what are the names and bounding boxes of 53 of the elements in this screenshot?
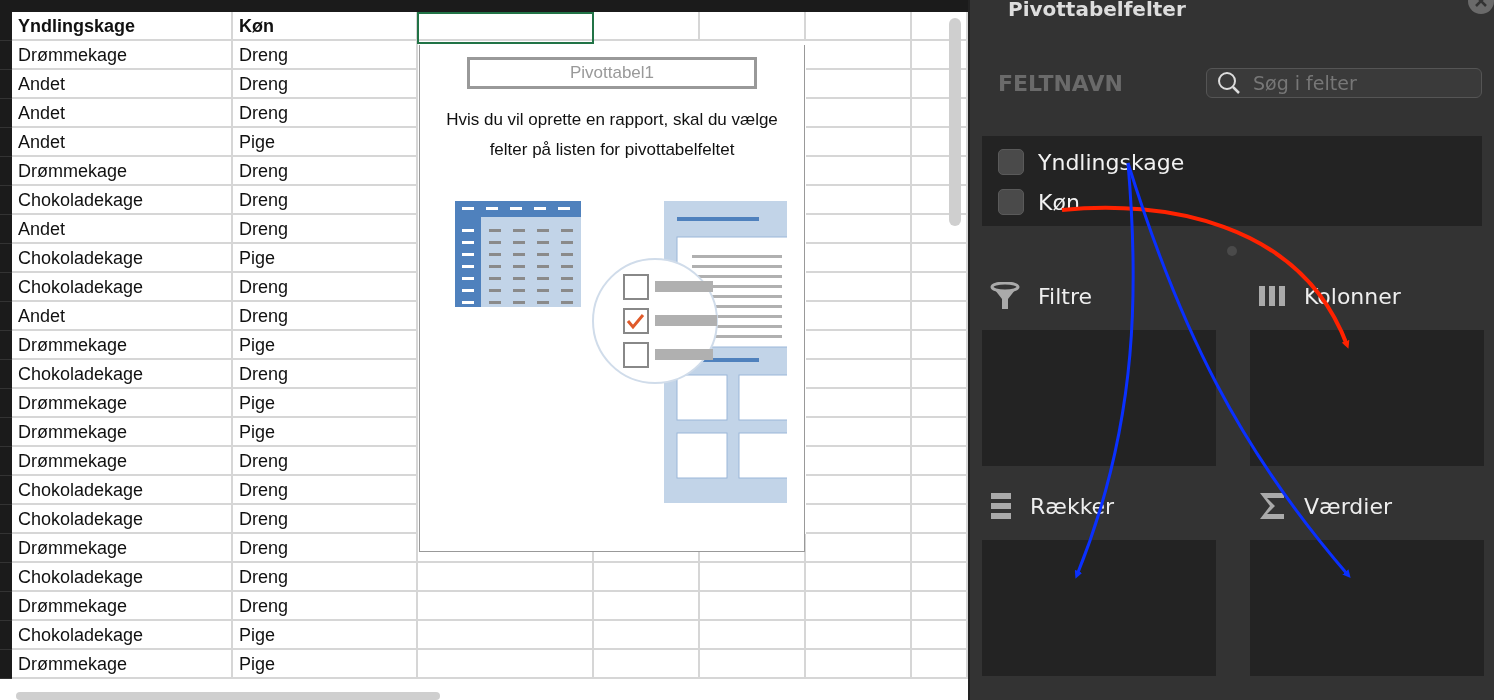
table-cell: Køn xyxy=(233,12,418,41)
table-cell: Dreng xyxy=(233,186,418,215)
table-cell: Dreng xyxy=(233,99,418,128)
pivot-message: Hvis du vil oprette en rapport, skal du vælge felter på listen for pivottabelfeltet xyxy=(445,109,779,161)
table-cell: Chokoladekage xyxy=(12,186,233,215)
table-cell: Drømmekage xyxy=(12,41,233,70)
table-cell: Andet xyxy=(12,70,233,99)
table-cell: Drømmekage xyxy=(12,447,233,476)
table-cell: Chokoladekage xyxy=(12,563,233,592)
table-cell: Dreng xyxy=(233,302,418,331)
table-cell: Drømmekage xyxy=(12,650,233,679)
table-cell: Pige xyxy=(233,244,418,273)
table-cell: Dreng xyxy=(233,505,418,534)
table-cell: Pige xyxy=(233,128,418,157)
table-cell: Drømmekage xyxy=(12,157,233,186)
table-cell: Dreng xyxy=(233,70,418,99)
table-cell: Drømmekage xyxy=(12,389,233,418)
table-cell: Dreng xyxy=(233,534,418,563)
table-cell: Chokoladekage xyxy=(12,621,233,650)
table-cell: Drømmekage xyxy=(12,418,233,447)
table-cell: Chokoladekage xyxy=(12,476,233,505)
panel-title: Pivottabelfelter xyxy=(1008,0,1186,22)
area-label: Filtre xyxy=(1038,283,1092,309)
table-cell: Pige xyxy=(233,650,418,679)
table-cell: Chokoladekage xyxy=(12,273,233,302)
table-cell: Chokoladekage xyxy=(12,360,233,389)
table-cell: Drømmekage xyxy=(12,534,233,563)
field-label[interactable]: Yndlingskage xyxy=(1038,149,1185,175)
table-cell: Chokoladekage xyxy=(12,244,233,273)
pivot-name: Pivottabel1 xyxy=(467,57,757,89)
table-cell: Dreng xyxy=(233,563,418,592)
area-label: Værdier xyxy=(1304,493,1392,519)
search-field[interactable]: Søg i felter xyxy=(1206,68,1482,98)
table-cell: Dreng xyxy=(233,447,418,476)
table-cell: Pige xyxy=(233,418,418,447)
table-cell: Dreng xyxy=(233,476,418,505)
table-cell: Dreng xyxy=(233,157,418,186)
table-cell: Dreng xyxy=(233,273,418,302)
table-cell: Andet xyxy=(12,302,233,331)
table-cell: Pige xyxy=(233,389,418,418)
table-cell: Pige xyxy=(233,331,418,360)
table-cell: Dreng xyxy=(233,215,418,244)
table-cell: Drømmekage xyxy=(12,331,233,360)
table-cell: Dreng xyxy=(233,41,418,70)
table-cell: Drømmekage xyxy=(12,592,233,621)
table-cell: Andet xyxy=(12,215,233,244)
table-cell: Dreng xyxy=(233,592,418,621)
table-cell: Pige xyxy=(233,621,418,650)
table-cell: Chokoladekage xyxy=(12,505,233,534)
table-cell: Andet xyxy=(12,128,233,157)
table-cell: Andet xyxy=(12,99,233,128)
table-cell: Dreng xyxy=(233,360,418,389)
table-cell: Yndlingskage xyxy=(12,12,233,41)
